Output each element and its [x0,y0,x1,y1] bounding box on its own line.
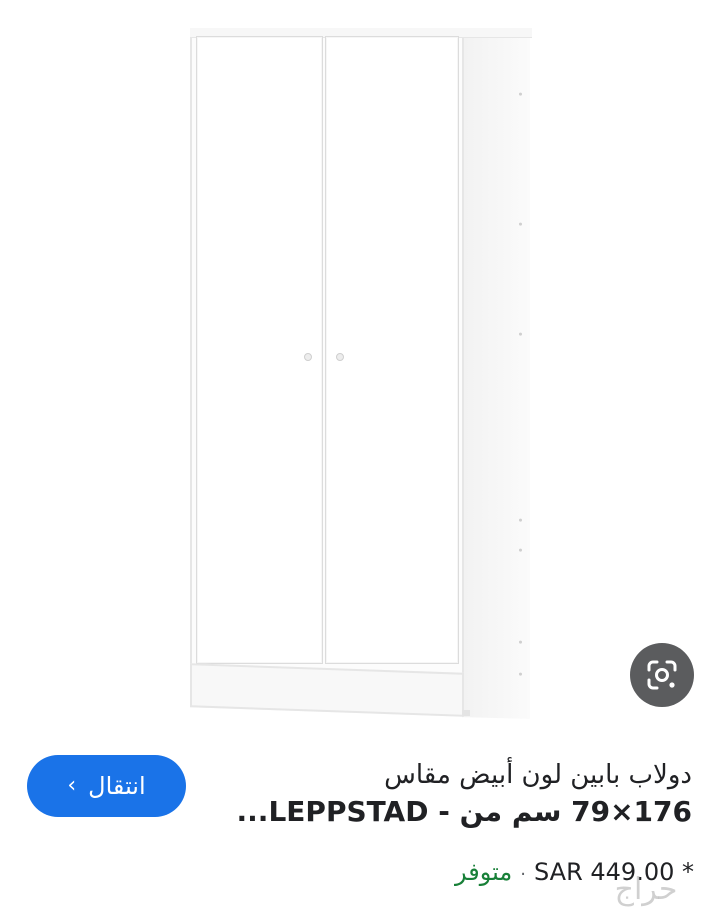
product-title-line1: دولاب بابين لون أبيض مقاس [384,760,692,790]
google-lens-icon [647,660,677,690]
wardrobe-door-left [196,36,323,664]
wardrobe-foot [462,710,470,716]
side-hole [519,518,522,522]
visual-search-button[interactable] [630,643,694,707]
door-knob [336,353,344,361]
side-hole [519,92,522,96]
side-hole [519,640,522,644]
wardrobe-side-panel [462,31,530,719]
door-knob [304,353,312,361]
visit-label: انتقال [88,772,146,800]
product-title-line2: 176×79 سم من - LEPPSTAD... [236,795,692,828]
separator: · [520,864,526,885]
side-hole [519,332,522,336]
wardrobe-plinth [190,663,464,717]
wardrobe-door-right [325,36,459,664]
availability-badge: متوفر [455,858,513,886]
site-watermark: حراج [614,872,678,907]
product-title[interactable]: دولاب بابين لون أبيض مقاس 176×79 سم من -… [222,758,692,832]
visit-button[interactable]: انتقال › [27,755,186,817]
side-hole [519,672,522,676]
wardrobe-picture [190,28,532,719]
chevron-right-icon: › [67,773,77,798]
side-hole [519,548,522,552]
side-hole [519,222,522,226]
product-image[interactable] [0,0,714,730]
